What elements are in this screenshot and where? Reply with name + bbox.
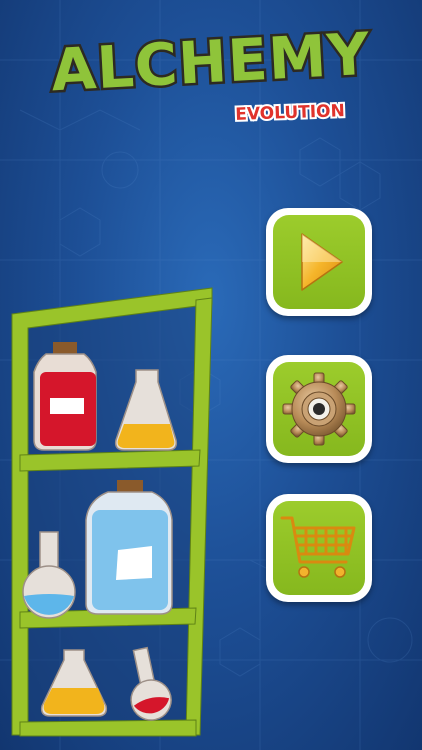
red-potion-jar [33, 342, 97, 451]
shopping-cart-icon [280, 516, 356, 578]
settings-button[interactable] [266, 355, 372, 463]
shop-button[interactable] [266, 494, 372, 602]
blue-potion-jar [85, 480, 173, 615]
potion-shelf [11, 287, 213, 737]
game-logo: ALCHEMY EVOLUTION [47, 17, 374, 127]
play-arrow-icon [301, 233, 343, 291]
play-button[interactable] [266, 208, 372, 316]
gear-icon [282, 372, 356, 446]
game-title: ALCHEMY [49, 20, 371, 105]
game-subtitle: EVOLUTION [235, 101, 345, 125]
